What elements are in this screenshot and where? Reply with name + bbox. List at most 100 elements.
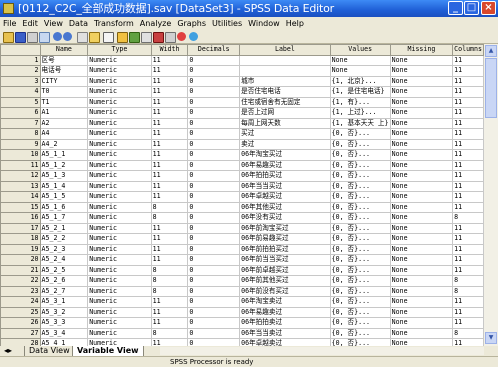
cell-missing[interactable]: None [389,233,454,245]
menu-edit[interactable]: Edit [19,17,41,30]
cell-type[interactable]: Numeric [87,201,152,213]
cell-columns[interactable]: 11 [452,96,484,108]
cell-decimals[interactable]: 0 [187,191,241,203]
cell-values[interactable]: {0, 否}... [329,327,391,339]
row-number-cell[interactable]: 23 [0,285,41,297]
cell-label[interactable]: 06年淘宝买过 [239,149,331,161]
cell-decimals[interactable]: 0 [187,222,241,234]
cell-values[interactable]: {0, 否}... [329,338,391,346]
cell-label[interactable]: 06年前易趣买过 [239,233,331,245]
cell-values[interactable]: None [329,54,391,66]
row-number-cell[interactable]: 8 [0,128,41,140]
cell-columns[interactable]: 8 [452,212,484,224]
value-labels-icon[interactable] [177,32,186,41]
cell-type[interactable]: Numeric [87,275,152,287]
open-folder-icon[interactable] [3,32,14,43]
print-icon[interactable] [27,32,38,43]
row-number-cell[interactable]: 4 [0,86,41,98]
cell-values[interactable]: {1, 有}... [329,96,391,108]
cell-label[interactable]: 06年当当卖过 [239,327,331,339]
row-number-cell[interactable]: 7 [0,117,41,129]
menu-utilities[interactable]: Utilities [209,17,245,30]
menu-file[interactable]: File [0,17,19,30]
cell-decimals[interactable]: 0 [187,264,241,276]
cell-decimals[interactable]: 0 [187,327,241,339]
cell-values[interactable]: {0, 否}... [329,159,391,171]
cell-missing[interactable]: None [389,243,454,255]
cell-values[interactable]: {0, 否}... [329,128,391,140]
cell-type[interactable]: Numeric [87,254,152,266]
column-header-type[interactable]: Type [87,44,152,56]
redo-icon[interactable] [63,32,72,41]
cell-missing[interactable]: None [389,306,454,318]
cell-name[interactable]: A1 [39,107,89,119]
cell-decimals[interactable]: 0 [187,317,241,329]
cell-columns[interactable]: 11 [452,65,484,77]
row-number-cell[interactable]: 28 [0,338,41,346]
cell-name[interactable]: A5_3_1 [39,296,89,308]
insert-variable-icon[interactable] [129,32,140,43]
cell-width[interactable]: 8 [150,275,189,287]
cell-width[interactable]: 11 [150,138,189,150]
cell-type[interactable]: Numeric [87,117,152,129]
cell-width[interactable]: 11 [150,306,189,318]
row-number-cell[interactable]: 2 [0,65,41,77]
column-header-width[interactable]: Width [150,44,189,56]
cell-missing[interactable]: None [389,275,454,287]
cell-missing[interactable]: None [389,138,454,150]
weight-cases-icon[interactable] [153,32,164,43]
cell-width[interactable]: 11 [150,75,189,87]
cell-values[interactable]: {0, 否}... [329,212,391,224]
cell-missing[interactable]: None [389,201,454,213]
cell-type[interactable]: Numeric [87,285,152,297]
cell-type[interactable]: Numeric [87,128,152,140]
cell-values[interactable]: {0, 否}... [329,191,391,203]
cell-values[interactable]: {1, 上过}... [329,107,391,119]
row-number-cell[interactable]: 15 [0,201,41,213]
menu-graphs[interactable]: Graphs [174,17,209,30]
cell-values[interactable]: {0, 否}... [329,275,391,287]
cell-missing[interactable]: None [389,180,454,192]
cell-label[interactable] [239,65,331,77]
cell-type[interactable]: Numeric [87,107,152,119]
cell-values[interactable]: None [329,65,391,77]
cell-width[interactable]: 8 [150,201,189,213]
cell-name[interactable]: A5_2_2 [39,233,89,245]
cell-values[interactable]: {0, 否}... [329,233,391,245]
row-number-cell[interactable]: 25 [0,306,41,318]
split-file-icon[interactable] [141,32,152,43]
cell-name[interactable]: A5_2_1 [39,222,89,234]
cell-columns[interactable]: 11 [452,222,484,234]
cell-columns[interactable]: 11 [452,107,484,119]
cell-type[interactable]: Numeric [87,191,152,203]
cell-missing[interactable]: None [389,170,454,182]
cell-columns[interactable]: 11 [452,149,484,161]
cell-name[interactable]: A5_3_3 [39,317,89,329]
cell-missing[interactable]: None [389,75,454,87]
cell-values[interactable]: {0, 否}... [329,222,391,234]
cell-name[interactable]: A5_1_3 [39,170,89,182]
cell-label[interactable]: 卖过 [239,138,331,150]
cell-missing[interactable]: None [389,338,454,346]
scroll-thumb[interactable] [485,58,497,118]
cell-width[interactable]: 11 [150,296,189,308]
cell-columns[interactable]: 11 [452,201,484,213]
row-number-cell[interactable]: 5 [0,96,41,108]
cell-decimals[interactable]: 0 [187,75,241,87]
vertical-scrollbar[interactable]: ▲ ▼ [484,44,498,346]
cell-type[interactable]: Numeric [87,138,152,150]
horizontal-scrollbar[interactable] [160,347,484,355]
cell-type[interactable]: Numeric [87,170,152,182]
row-number-cell[interactable]: 10 [0,149,41,161]
cell-name[interactable]: CITY [39,75,89,87]
cell-width[interactable]: 11 [150,65,189,77]
cell-width[interactable]: 11 [150,86,189,98]
cell-missing[interactable]: None [389,96,454,108]
cell-values[interactable]: {0, 否}... [329,264,391,276]
cell-type[interactable]: Numeric [87,86,152,98]
cell-missing[interactable]: None [389,107,454,119]
cell-width[interactable]: 11 [150,254,189,266]
cell-name[interactable]: 区号 [39,54,89,66]
cell-width[interactable]: 11 [150,222,189,234]
menu-data[interactable]: Data [66,17,91,30]
